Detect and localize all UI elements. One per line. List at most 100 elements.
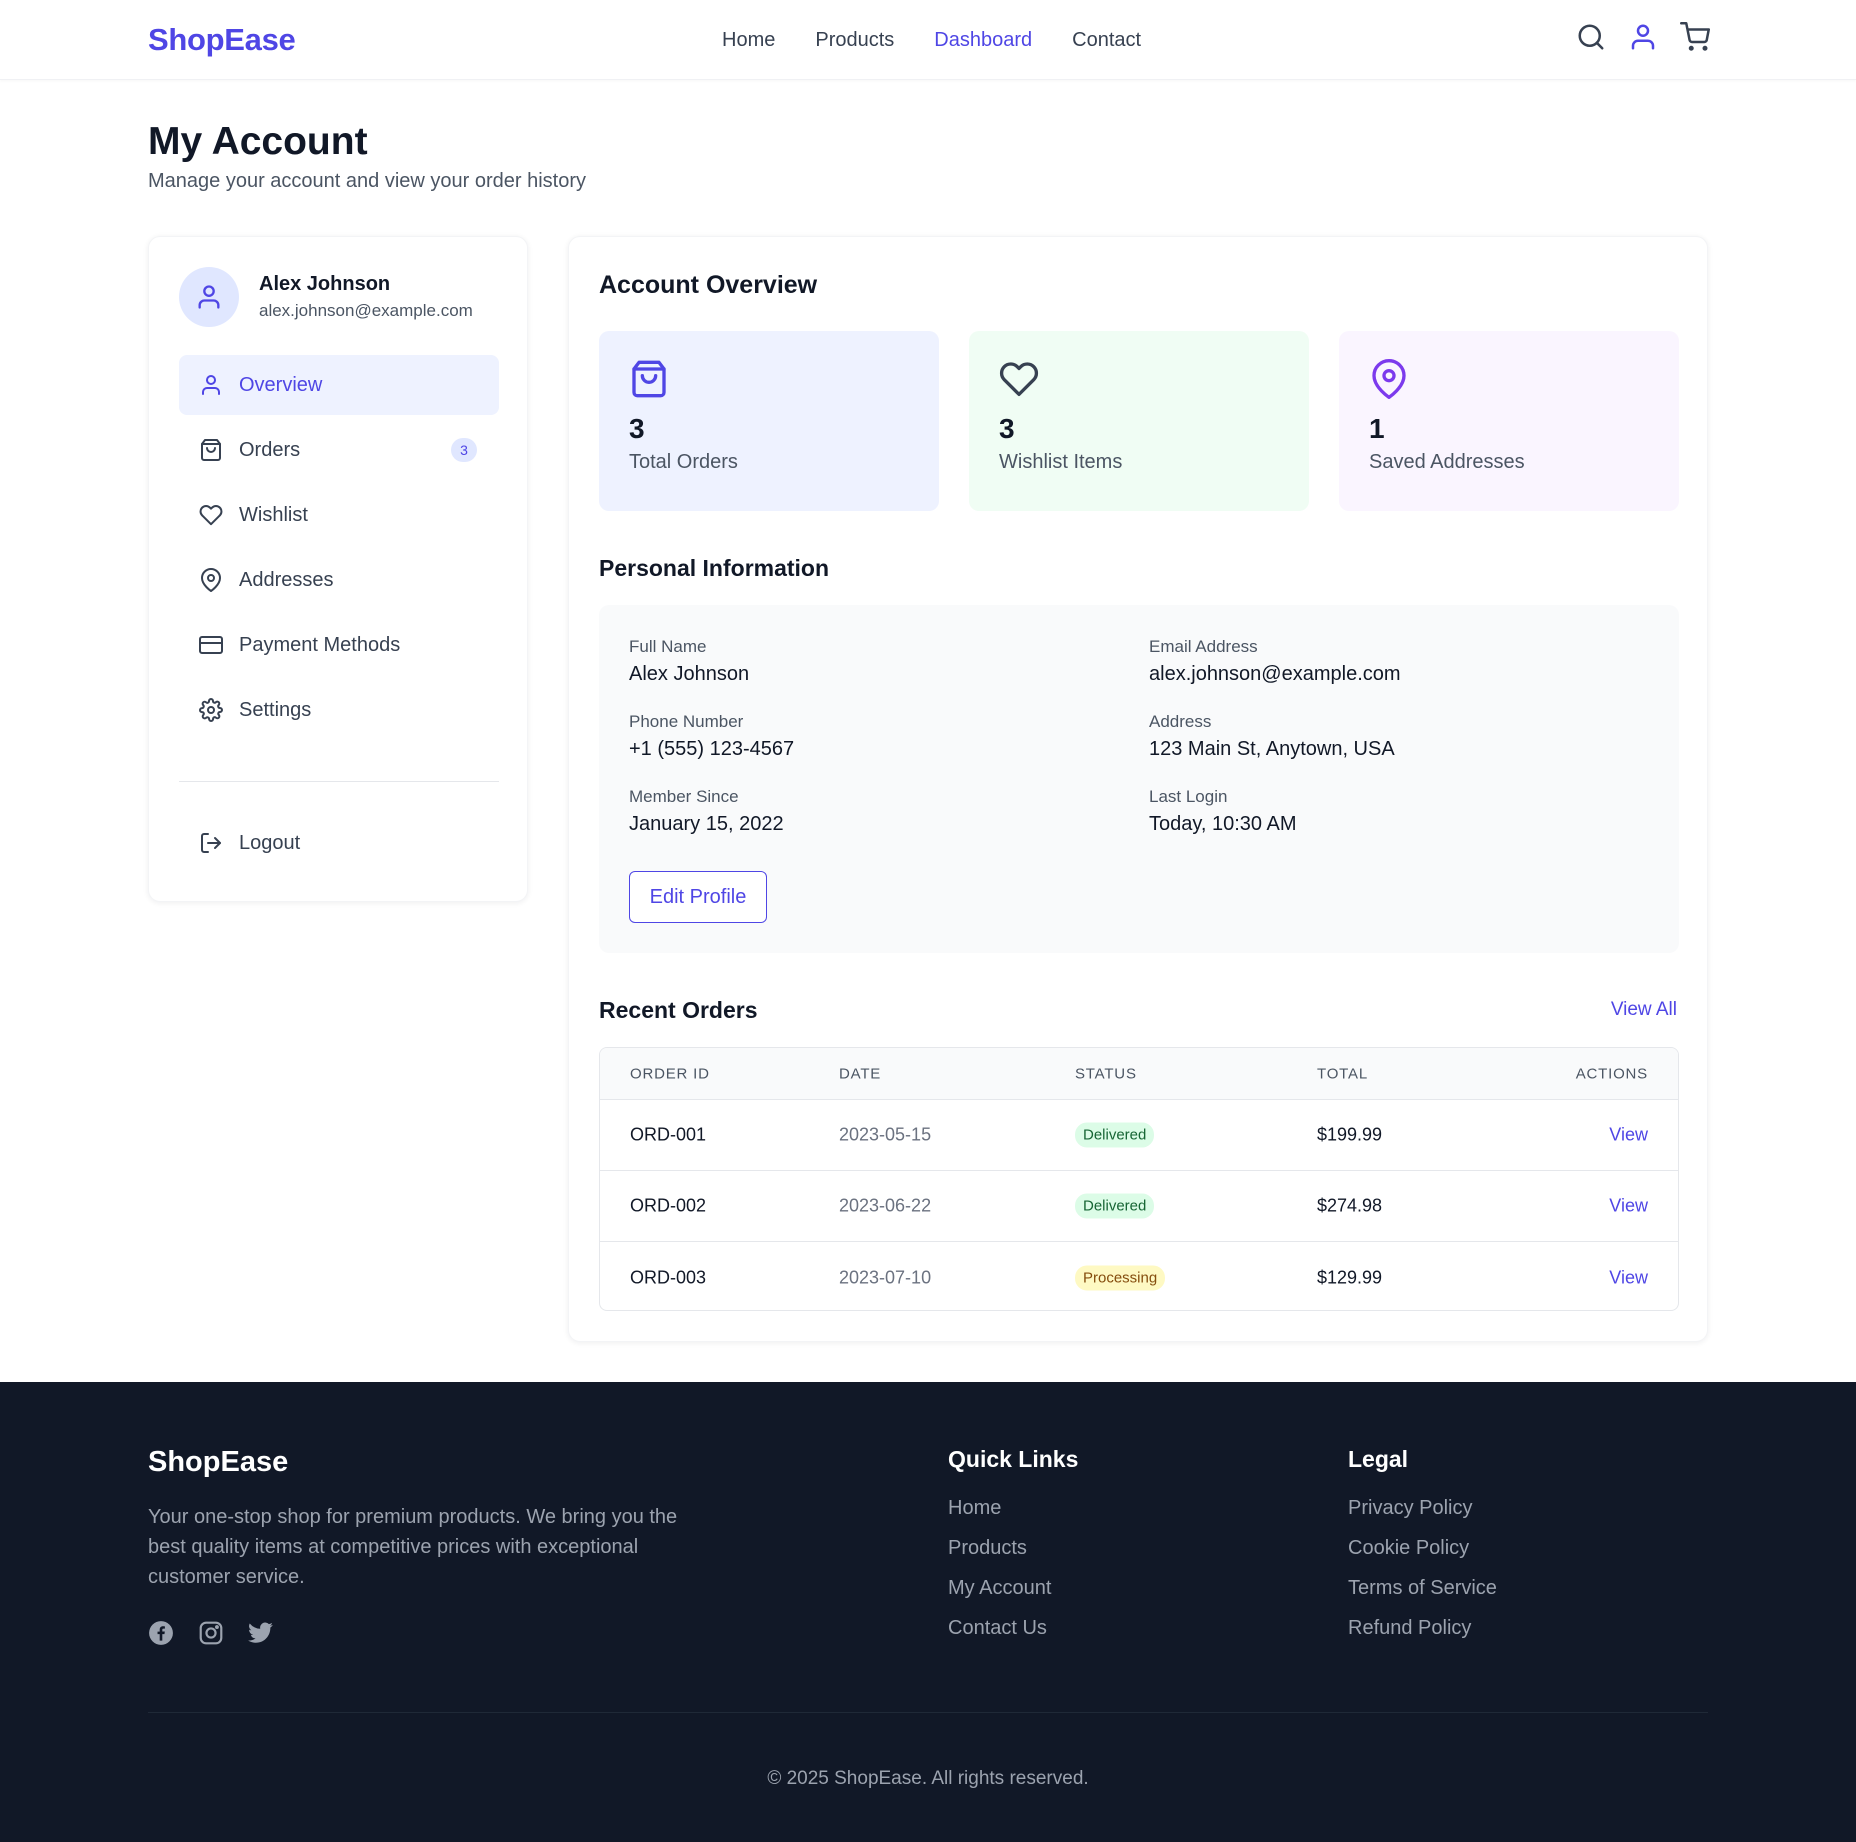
- field-value: Alex Johnson: [629, 663, 750, 685]
- status-badge: Processing: [1075, 1265, 1166, 1290]
- search-icon[interactable]: [1576, 22, 1606, 57]
- order-status: Delivered: [1075, 1193, 1155, 1219]
- shopping-bag-icon: [201, 439, 221, 461]
- recent-orders-title: Recent Orders: [599, 997, 758, 1023]
- field-label: Full Name: [629, 637, 707, 656]
- personal-info-panel: Full Name Alex Johnson Email Address ale…: [599, 605, 1679, 953]
- sidebar-item-orders[interactable]: Orders 3: [179, 420, 499, 480]
- top-navbar: ShopEase Home Products Dashboard Contact: [0, 0, 1856, 80]
- field-label: Address: [1149, 712, 1212, 731]
- sidebar-item-payment-methods[interactable]: Payment Methods: [179, 615, 499, 675]
- footer-link-terms-of-service[interactable]: Terms of Service: [1348, 1577, 1497, 1617]
- order-total: $274.98: [1317, 1195, 1383, 1216]
- order-date: 2023-07-10: [839, 1267, 932, 1287]
- copyright-text: © 2025 ShopEase. All rights reserved.: [767, 1768, 1089, 1789]
- view-order-link[interactable]: View: [1609, 1267, 1648, 1288]
- instagram-icon[interactable]: [198, 1620, 224, 1651]
- view-order-link[interactable]: View: [1609, 1196, 1648, 1217]
- order-date: 2023-06-22: [839, 1195, 932, 1216]
- sidebar-item-addresses[interactable]: Addresses: [179, 550, 499, 610]
- order-id: ORD-003: [630, 1267, 707, 1287]
- order-total: $199.99: [1317, 1124, 1383, 1145]
- sidebar-item-settings[interactable]: Settings: [179, 680, 499, 740]
- sidebar-item-overview[interactable]: Overview: [179, 355, 499, 415]
- twitter-icon[interactable]: [248, 1620, 274, 1651]
- address-field: Address 123 Main St, Anytown, USA: [1149, 712, 1395, 761]
- footer-link-refund-policy[interactable]: Refund Policy: [1348, 1617, 1497, 1657]
- field-value: 123 Main St, Anytown, USA: [1149, 738, 1395, 760]
- stat-value: 1: [1369, 413, 1385, 444]
- field-value: Today, 10:30 AM: [1149, 813, 1297, 835]
- nav-home[interactable]: Home: [722, 29, 775, 52]
- account-main-panel: Account Overview 3 Total Orders 3 Wishli…: [568, 236, 1708, 1342]
- main-nav: Home Products Dashboard Contact: [722, 29, 1141, 52]
- order-date: 2023-05-15: [839, 1124, 932, 1145]
- sidebar-item-label: Overview: [239, 373, 323, 396]
- footer-brand: ShopEase: [148, 1446, 289, 1478]
- user-email: alex.johnson@example.com: [259, 301, 473, 320]
- status-badge: Delivered: [1075, 1193, 1155, 1219]
- nav-contact[interactable]: Contact: [1072, 29, 1141, 52]
- footer-link-my-account[interactable]: My Account: [948, 1577, 1078, 1617]
- table-row: ORD-003 2023-07-10 Processing $129.99 Vi…: [600, 1242, 1678, 1310]
- logout-label: Logout: [239, 831, 301, 854]
- stat-label: Saved Addresses: [1369, 451, 1525, 473]
- order-status: Delivered: [1075, 1122, 1155, 1148]
- credit-card-icon: [199, 636, 223, 654]
- sidebar-item-label: Payment Methods: [239, 633, 401, 656]
- footer-link-privacy-policy[interactable]: Privacy Policy: [1348, 1497, 1497, 1537]
- sidebar-item-label: Addresses: [239, 568, 334, 591]
- heart-icon: [199, 505, 223, 526]
- nav-products[interactable]: Products: [815, 29, 894, 52]
- footer-link-products[interactable]: Products: [948, 1537, 1078, 1577]
- table-row: ORD-001 2023-05-15 Delivered $199.99 Vie…: [600, 1100, 1678, 1171]
- map-pin-icon: [1372, 359, 1406, 399]
- order-id: ORD-001: [630, 1124, 707, 1145]
- recent-orders-table: ORDER ID DATE STATUS TOTAL ACTIONS ORD-0…: [599, 1047, 1679, 1311]
- logout-button[interactable]: Logout: [179, 813, 499, 873]
- header-actions: [1576, 22, 1710, 57]
- user-icon[interactable]: [1628, 22, 1658, 57]
- stat-value: 3: [629, 413, 645, 444]
- order-status: Processing: [1075, 1265, 1166, 1290]
- sidebar-menu: Overview Orders 3 Wishlist Addresses Pay…: [179, 355, 499, 745]
- view-order-link[interactable]: View: [1609, 1125, 1648, 1146]
- view-all-orders-link[interactable]: View All: [1611, 999, 1677, 1021]
- phone-field: Phone Number +1 (555) 123-4567: [629, 712, 794, 761]
- footer-link-contact-us[interactable]: Contact Us: [948, 1617, 1078, 1657]
- facebook-icon[interactable]: [148, 1620, 174, 1651]
- column-header-status: STATUS: [1075, 1065, 1137, 1082]
- sidebar-item-label: Settings: [239, 698, 312, 721]
- sidebar-item-wishlist[interactable]: Wishlist: [179, 485, 499, 545]
- field-value: January 15, 2022: [629, 813, 784, 835]
- personal-info-title: Personal Information: [599, 555, 830, 581]
- overview-title: Account Overview: [599, 271, 818, 299]
- heart-icon: [999, 362, 1039, 397]
- column-header-actions: ACTIONS: [1575, 1065, 1648, 1082]
- footer-description: Your one-stop shop for premium products.…: [148, 1506, 678, 1588]
- brand-logo[interactable]: ShopEase: [148, 22, 296, 58]
- page-subtitle: Manage your account and view your order …: [148, 170, 587, 192]
- stat-card-total-orders: 3 Total Orders: [599, 331, 939, 511]
- edit-profile-button[interactable]: Edit Profile: [629, 871, 767, 923]
- footer-link-cookie-policy[interactable]: Cookie Policy: [1348, 1537, 1497, 1577]
- column-header-order-id: ORDER ID: [630, 1065, 710, 1082]
- field-label: Phone Number: [629, 712, 744, 731]
- field-value: +1 (555) 123-4567: [629, 738, 795, 760]
- shopping-bag-icon: [632, 360, 666, 398]
- status-badge: Delivered: [1075, 1122, 1155, 1148]
- sidebar-item-label: Wishlist: [239, 503, 308, 526]
- page-title: My Account: [148, 120, 368, 163]
- avatar: [179, 267, 239, 327]
- column-header-date: DATE: [839, 1065, 882, 1082]
- user-icon: [198, 285, 220, 309]
- orders-count-badge: 3: [451, 438, 477, 462]
- site-footer: ShopEase Your one-stop shop for premium …: [0, 1382, 1856, 1842]
- field-label: Member Since: [629, 787, 739, 806]
- table-header: ORDER ID DATE STATUS TOTAL ACTIONS: [600, 1048, 1678, 1100]
- field-label: Last Login: [1149, 787, 1228, 806]
- cart-icon[interactable]: [1680, 22, 1710, 57]
- map-pin-icon: [201, 568, 221, 592]
- nav-dashboard[interactable]: Dashboard: [934, 29, 1032, 52]
- footer-link-home[interactable]: Home: [948, 1497, 1078, 1537]
